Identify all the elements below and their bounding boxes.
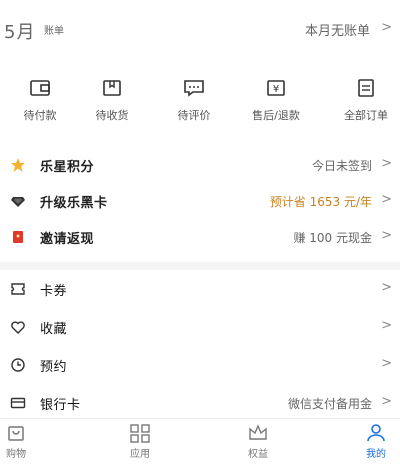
order-pending-receipt[interactable]: 待收货 (72, 78, 152, 123)
row-label: 银行卡 (40, 398, 81, 413)
row-label: 收藏 (40, 322, 68, 337)
menu-row-black-card[interactable]: 升级乐黑卡 预计省 1653 元/年 > (0, 186, 400, 216)
order-label: 待收货 (95, 109, 129, 122)
heart-icon (11, 321, 25, 334)
bill-bar[interactable]: 5月 账单 本月无账单 > (0, 0, 400, 56)
refund-icon: ¥ (267, 80, 285, 96)
comment-icon (184, 80, 204, 97)
chevron-right-icon: > (381, 318, 392, 333)
order-pending-review[interactable]: 待评价 (154, 78, 234, 123)
order-label: 待评价 (177, 109, 211, 122)
row-label: 预约 (40, 360, 68, 375)
row-value: 赚 100 元现金 (293, 231, 372, 245)
bank-card-icon (10, 397, 26, 409)
row-label: 乐星积分 (40, 160, 95, 175)
row-label: 卡券 (40, 284, 68, 299)
person-icon (367, 424, 385, 442)
row-value: 今日未签到 (311, 159, 372, 173)
chevron-right-icon: > (381, 20, 392, 35)
tab-benefits[interactable]: 权益 (228, 423, 288, 460)
tab-label: 我的 (366, 449, 386, 460)
order-shortcuts: 待付款 待收货 待评价 ¥ 售后/退款 全部订单 (0, 78, 400, 128)
tab-label: 购物 (6, 449, 26, 460)
row-value: 预计省 1653 元/年 (269, 195, 372, 209)
order-list-icon (358, 79, 374, 97)
tab-shopping[interactable]: 购物 (0, 423, 46, 460)
order-label: 全部订单 (344, 109, 388, 122)
chevron-right-icon: > (381, 280, 392, 295)
menu-row-invite[interactable]: 邀请返现 赚 100 元现金 > (0, 222, 400, 252)
red-envelope-icon (13, 231, 23, 243)
row-label: 邀请返现 (40, 232, 95, 247)
menu-row-favorites[interactable]: 收藏 > (0, 312, 400, 342)
bill-month: 5月 (4, 22, 36, 43)
chevron-right-icon: > (381, 156, 392, 171)
tab-label: 权益 (248, 449, 268, 460)
package-icon (103, 80, 121, 96)
order-label: 售后/退款 (252, 109, 300, 122)
apps-icon (130, 424, 150, 443)
chevron-right-icon: > (381, 394, 392, 409)
svg-text:¥: ¥ (273, 84, 279, 95)
chevron-right-icon: > (381, 356, 392, 371)
bill-status: 本月无账单 (304, 24, 370, 39)
menu-row-bank-card[interactable]: 银行卡 微信支付备用金 > (0, 388, 400, 418)
menu-row-coupons[interactable]: 卡券 > (0, 274, 400, 304)
diamond-icon (11, 197, 25, 207)
shopping-icon (8, 426, 24, 441)
section-divider (0, 262, 400, 270)
menu-row-points[interactable]: 乐星积分 今日未签到 > (0, 150, 400, 180)
coupon-icon (11, 283, 25, 295)
wallet-icon (30, 80, 50, 96)
order-all[interactable]: 全部订单 (326, 78, 400, 123)
order-after-sales[interactable]: ¥ 售后/退款 (236, 78, 316, 123)
star-icon (11, 158, 25, 172)
chevron-right-icon: > (381, 228, 392, 243)
bill-label: 账单 (44, 26, 64, 37)
chevron-right-icon: > (381, 192, 392, 207)
clock-icon (11, 358, 25, 372)
tab-apps[interactable]: 应用 (110, 423, 170, 460)
tab-mine[interactable]: 我的 (346, 423, 400, 460)
bottom-tab-bar: 购物 应用 权益 我的 (0, 418, 400, 473)
row-label: 升级乐黑卡 (40, 196, 108, 211)
menu-row-reservations[interactable]: 预约 > (0, 350, 400, 380)
crown-icon (249, 424, 267, 440)
row-value: 微信支付备用金 (287, 397, 372, 411)
tab-label: 应用 (130, 449, 150, 460)
order-label: 待付款 (23, 109, 57, 122)
order-pending-payment[interactable]: 待付款 (0, 78, 80, 123)
